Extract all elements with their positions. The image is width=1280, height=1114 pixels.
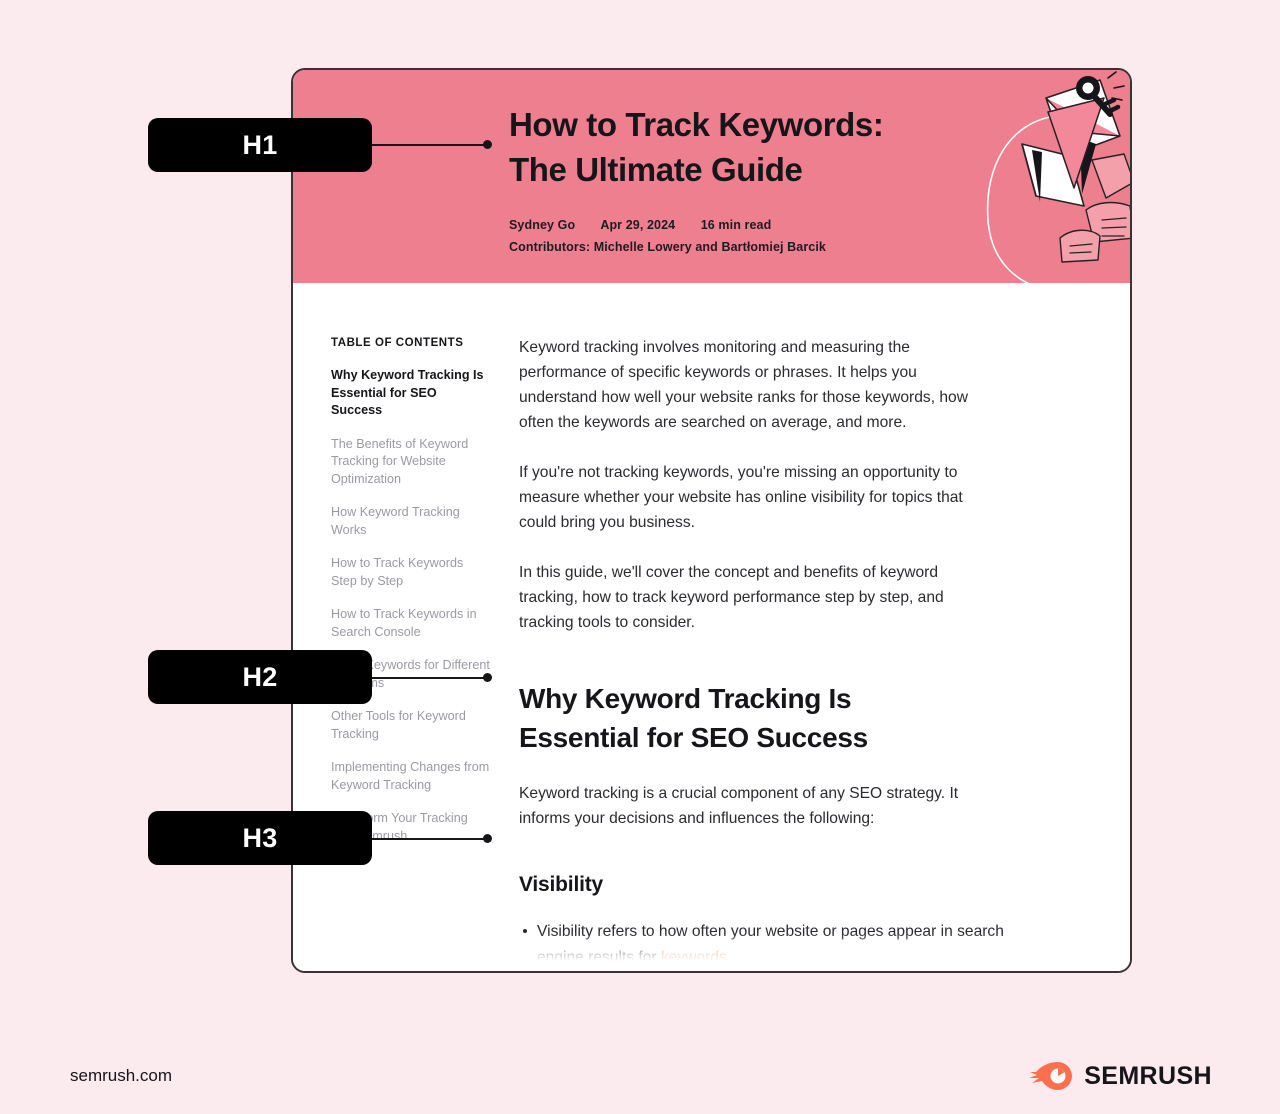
annotation-badge-h3: H3 (148, 811, 372, 865)
page-title-line-1: How to Track Keywords: (509, 106, 884, 143)
section-heading-h2-line-1: Why Keyword Tracking Is (519, 683, 852, 714)
leader-dot-h2 (483, 673, 492, 682)
annotation-badge-h1: H1 (148, 118, 372, 172)
article-header: How to Track Keywords: The Ultimate Guid… (293, 70, 1130, 283)
paragraph-1: Keyword tracking involves monitoring and… (519, 339, 968, 431)
semrush-wordmark: SEMRUSH (1084, 1061, 1212, 1090)
article-body: TABLE OF CONTENTS Why Keyword Tracking I… (293, 283, 1130, 971)
author-name: Sydney Go (509, 218, 576, 232)
leader-dot-h1 (483, 140, 492, 149)
toc-item-0[interactable]: Why Keyword Tracking Is Essential for SE… (331, 367, 491, 420)
toc-item-7[interactable]: Implementing Changes from Keyword Tracki… (331, 759, 491, 794)
annotation-badge-h2: H2 (148, 650, 372, 704)
toc-item-4[interactable]: How to Track Keywords in Search Console (331, 606, 491, 641)
section-heading-h3: Visibility (519, 873, 603, 896)
toc-item-3[interactable]: How to Track Keywords Step by Step (331, 555, 491, 590)
footer-url: semrush.com (70, 1066, 173, 1085)
leader-line-h3 (360, 838, 490, 840)
toc-item-2[interactable]: How Keyword Tracking Works (331, 504, 491, 539)
paragraph-2: If you're not tracking keywords, you're … (519, 464, 963, 531)
envelope-key-illustration (986, 71, 1130, 283)
paragraph-4: Keyword tracking is a crucial component … (519, 785, 959, 827)
article-content: Keyword tracking involves monitoring and… (517, 283, 1130, 971)
semrush-comet-icon (1029, 1062, 1073, 1090)
toc-title: TABLE OF CONTENTS (331, 337, 464, 349)
leader-line-h1 (360, 144, 490, 146)
section-heading-h2: Why Keyword Tracking Is Essential for SE… (519, 679, 959, 757)
bullet-item-1-text: Visibility refers to how often your webs… (537, 923, 1004, 966)
read-time: 16 min read (700, 218, 772, 232)
page-title-line-2: The Ultimate Guide (509, 151, 803, 188)
page-title: How to Track Keywords: The Ultimate Guid… (509, 102, 979, 192)
toc-item-6[interactable]: Other Tools for Keyword Tracking (331, 708, 491, 743)
byline-meta: Sydney Go Apr 29, 2024 16 min read (509, 218, 826, 232)
contributors: Contributors: Michelle Lowery and Bartło… (509, 240, 826, 254)
keywords-link[interactable]: keywords (661, 949, 727, 966)
section-heading-h2-line-2: Essential for SEO Success (519, 722, 868, 753)
paragraph-3: In this guide, we'll cover the concept a… (519, 564, 944, 631)
semrush-logo: SEMRUSH (1028, 1060, 1212, 1092)
leader-line-h2 (360, 677, 490, 679)
toc-item-1[interactable]: The Benefits of Keyword Tracking for Web… (331, 436, 491, 489)
bullet-item-1: Visibility refers to how often your webs… (523, 919, 1052, 970)
leader-dot-h3 (483, 834, 492, 843)
byline: Sydney Go Apr 29, 2024 16 min read Contr… (509, 218, 826, 254)
table-of-contents: TABLE OF CONTENTS Why Keyword Tracking I… (293, 283, 517, 971)
bullet-list: Visibility refers to how often your webs… (519, 919, 1052, 971)
publish-date: Apr 29, 2024 (600, 218, 676, 232)
